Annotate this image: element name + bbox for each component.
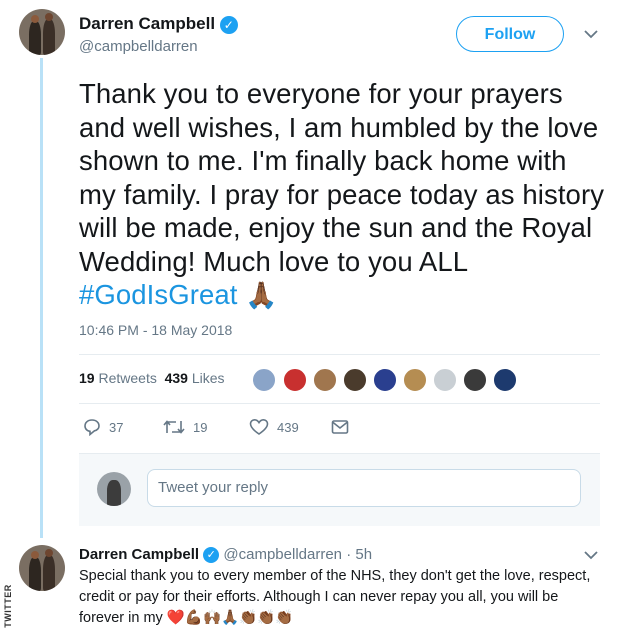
like-count: 439 — [277, 419, 299, 435]
liker-avatar[interactable] — [313, 368, 337, 392]
reply-author-name[interactable]: Darren Campbell — [79, 546, 199, 563]
retweet-icon — [163, 420, 185, 434]
tweet-timestamp[interactable]: 10:46 PM - 18 May 2018 — [79, 322, 232, 338]
thread-line — [40, 58, 43, 538]
reply-author-avatar[interactable] — [19, 545, 65, 591]
author-header: Darren Campbell ✓ — [79, 14, 238, 34]
follow-button[interactable]: Follow — [456, 16, 564, 52]
direct-message-action[interactable] — [331, 418, 349, 436]
liker-avatar[interactable] — [283, 368, 307, 392]
reply-composer: Tweet your reply — [79, 453, 600, 526]
engagement-stats: 19 Retweets 439 Likes — [79, 370, 225, 386]
watermark-text: TWITTER — [2, 584, 13, 628]
divider — [79, 403, 600, 404]
liker-avatar[interactable] — [463, 368, 487, 392]
chevron-down-icon[interactable] — [584, 547, 598, 565]
reply-count: 37 — [109, 419, 124, 435]
author-handle[interactable]: @campbelldarren — [79, 38, 198, 55]
message-icon — [331, 420, 349, 434]
author-name[interactable]: Darren Campbell — [79, 14, 215, 33]
likes-count[interactable]: 439 — [165, 370, 188, 386]
reply-tweet-text: Special thank you to every member of the… — [79, 566, 603, 629]
praying-hands-emoji: 🙏🏾 — [245, 280, 278, 310]
divider — [79, 354, 600, 355]
verified-icon: ✓ — [219, 15, 238, 34]
reply-body: Special thank you to every member of the… — [79, 568, 591, 626]
tweet-text: Thank you to everyone for your prayers a… — [79, 77, 609, 313]
reply-icon — [84, 419, 100, 436]
reply-tweet-header: Darren Campbell ✓ @campbelldarren · 5h — [79, 544, 599, 565]
liker-avatar[interactable] — [403, 368, 427, 392]
like-action[interactable]: 439 — [249, 418, 299, 436]
retweets-label[interactable]: Retweets — [98, 370, 156, 386]
chevron-down-icon[interactable] — [584, 26, 598, 44]
reply-time[interactable]: · 5h — [346, 546, 372, 563]
tweet-body: Thank you to everyone for your prayers a… — [79, 78, 605, 277]
reply-action[interactable]: 37 — [83, 418, 123, 436]
author-avatar[interactable] — [19, 9, 65, 55]
retweet-count: 19 — [193, 419, 208, 435]
liker-avatar[interactable] — [343, 368, 367, 392]
reply-author-handle[interactable]: @campbelldarren — [223, 546, 342, 563]
reply-input[interactable]: Tweet your reply — [147, 469, 581, 507]
verified-icon: ✓ — [203, 547, 220, 564]
hashtag-link[interactable]: #GodIsGreat — [79, 279, 238, 310]
retweets-count[interactable]: 19 — [79, 370, 95, 386]
watermark: TWITTER — [2, 584, 13, 628]
current-user-avatar[interactable] — [97, 472, 131, 506]
retweet-action[interactable]: 19 — [163, 418, 207, 436]
liker-avatar[interactable] — [252, 368, 276, 392]
liker-avatar[interactable] — [433, 368, 457, 392]
heart-icon — [249, 418, 269, 435]
likes-label[interactable]: Likes — [192, 370, 225, 386]
reply-emojis: ❤️💪🏾🙌🏾🙏🏾👏🏾👏🏾👏🏾 — [166, 610, 294, 626]
liker-avatar[interactable] — [493, 368, 517, 392]
liker-avatar[interactable] — [373, 368, 397, 392]
